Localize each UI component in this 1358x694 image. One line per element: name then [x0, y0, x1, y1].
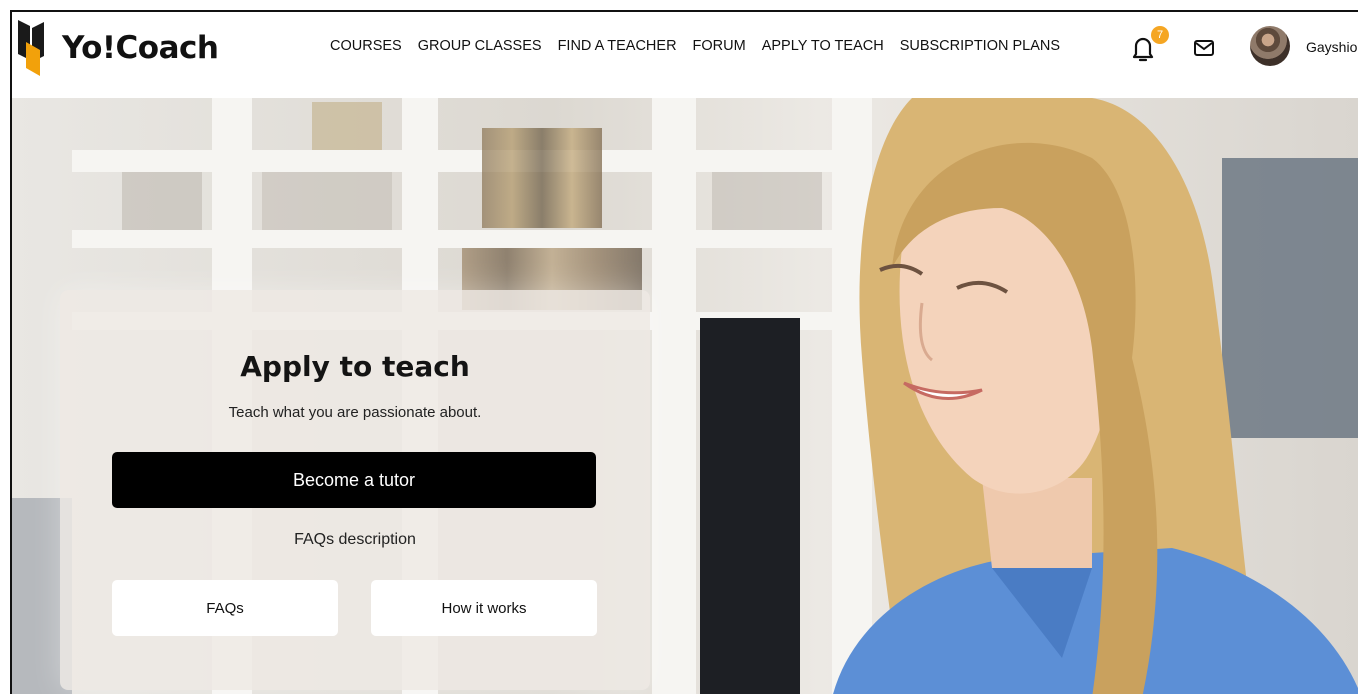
brand-name: Yo!Coach: [62, 30, 219, 66]
nav-courses[interactable]: COURSES: [330, 38, 402, 54]
shelf-board: [72, 230, 872, 248]
shelf-board: [72, 150, 872, 172]
shelf-post: [652, 98, 696, 694]
browser-viewport: Yo!Coach COURSES GROUP CLASSES FIND A TE…: [10, 10, 1358, 694]
dark-shelf: [700, 318, 800, 694]
woman-photo: [833, 98, 1358, 694]
nav-group-classes[interactable]: GROUP CLASSES: [418, 38, 542, 54]
username[interactable]: Gayshio: [1306, 39, 1357, 55]
faqs-button[interactable]: FAQs: [112, 580, 338, 636]
become-tutor-button[interactable]: Become a tutor: [112, 452, 596, 508]
brand-logo[interactable]: Yo!Coach: [18, 20, 219, 76]
faq-description: FAQs description: [294, 531, 416, 548]
card-title: Apply to teach: [240, 350, 470, 383]
shelf-shadow: [262, 172, 392, 230]
main-nav: COURSES GROUP CLASSES FIND A TEACHER FOR…: [330, 38, 1076, 54]
nav-apply-to-teach[interactable]: APPLY TO TEACH: [762, 38, 884, 54]
site-header: Yo!Coach COURSES GROUP CLASSES FIND A TE…: [12, 12, 1358, 98]
notification-badge: 7: [1151, 26, 1169, 44]
books-blur: [312, 102, 382, 150]
card-subtitle: Teach what you are passionate about.: [228, 404, 482, 421]
mail-icon[interactable]: [1193, 38, 1215, 58]
logo-mark-icon: [18, 20, 44, 76]
nav-subscription-plans[interactable]: SUBSCRIPTION PLANS: [900, 38, 1060, 54]
books-blur: [482, 128, 602, 228]
nav-find-a-teacher[interactable]: FIND A TEACHER: [558, 38, 677, 54]
how-it-works-button[interactable]: How it works: [371, 580, 597, 636]
hero-banner: Apply to teach Teach what you are passio…: [12, 98, 1358, 694]
apply-card: Apply to teach Teach what you are passio…: [60, 290, 650, 690]
shelf-shadow: [122, 172, 202, 230]
nav-forum[interactable]: FORUM: [693, 38, 746, 54]
avatar[interactable]: [1250, 26, 1290, 66]
